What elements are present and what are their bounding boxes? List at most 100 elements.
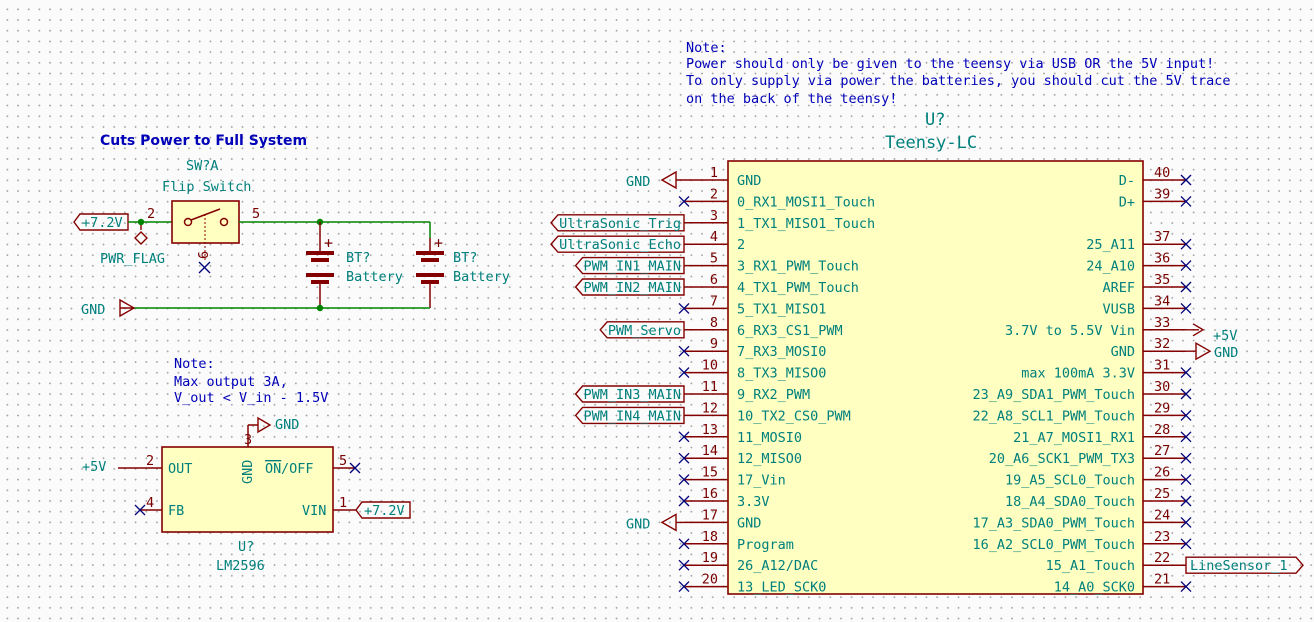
regulator-value: LM2596 [216,558,265,574]
pin-name: ON [265,461,281,477]
pin-number: 35 [1154,272,1170,288]
switch-value: Flip Switch [162,179,251,195]
pin-number: 28 [1154,422,1170,438]
pin-number: 10 [702,358,718,374]
net-label: PWM_IN2_MAIN [583,280,681,296]
gnd-symbol [660,170,684,190]
regulator-reference: U? [238,539,254,555]
pin-name: 12_MISO0 [737,451,802,467]
battery-2[interactable]: + [416,234,444,308]
pin-name: 7_RX3_MOSI0 [737,344,826,360]
gnd-symbol [248,416,272,434]
pin-number: 5 [339,453,347,469]
pin-number: 3 [710,208,718,224]
pin-number: 18 [702,529,718,545]
pin-number: 13 [702,422,718,438]
gnd-label: GND [81,302,105,318]
pin-name: 2 [737,237,745,253]
svg-text:+: + [434,234,443,252]
pin-number: 21 [1154,572,1170,588]
gnd-symbol [1186,341,1212,361]
battery-value: Battery [453,269,510,285]
pin-number: 5 [252,206,260,222]
pin-name: 25_A11 [1086,237,1135,253]
teensy-power-note: Note: Power should only be given to the … [686,40,1231,107]
svg-text:+: + [324,234,333,252]
pin-name: 3.3V [737,494,770,510]
pin-name: 17_A3_SDA0_PWM_Touch [972,515,1135,531]
switch-reference: SW?A [186,158,219,174]
schematic-canvas: Note: Power should only be given to the … [73,40,1304,596]
pin-number: 39 [1154,186,1170,202]
net-label: LineSensor_1 [1190,558,1288,574]
section-heading: Cuts Power to Full System [100,133,307,149]
net-label: PWM_IN4_MAIN [583,408,681,424]
pin-name: 17_Vin [737,473,786,489]
pin-name: OUT [168,461,192,477]
battery-reference: BT? [453,250,477,266]
pin-name: 3.7V to 5.5V Vin [1005,323,1135,339]
pin-number: 26 [1154,465,1170,481]
power-arrow-icon [1186,323,1205,337]
pin-number: 11 [702,379,718,395]
pin-number: 29 [1154,400,1170,416]
pin-number: 17 [702,507,718,523]
pin-number: 22 [1154,550,1170,566]
net-label: GND [626,174,650,190]
battery-value: Battery [346,269,403,285]
pin-name: GND [737,173,761,189]
net-label: PWM_IN1_MAIN [583,259,681,275]
teensy-lc: U? Teensy-LC 1 GNDGND2 0_RX1_MOSI1_Touch3 1… [550,110,1304,596]
note-line: To only supply via power the batteries, … [686,73,1231,89]
note-label: Note: [174,356,215,372]
pin-number: 8 [710,315,718,331]
pin-number: 4 [710,229,718,245]
pin-name: D- [1119,173,1135,189]
pin-number: 30 [1154,379,1170,395]
pin-name-suffix: /OFF [281,461,314,477]
net-label: PWM_Servo [608,323,681,339]
pin-name: 19_A5_SCL0_Touch [1005,473,1135,489]
teensy-reference: U? [925,110,945,130]
pin-name: 3_RX1_PWM_Touch [737,259,859,275]
net-label: UltraSonic_Echo [559,237,681,253]
pin-name: 8_TX3_MISO0 [737,366,826,382]
gnd-symbol [660,513,684,532]
pin-number: 12 [702,400,718,416]
net-label: PWM_IN3_MAIN [583,387,681,403]
pin-number: 33 [1154,315,1170,331]
pin-name: GND [240,460,256,484]
pin-name: 4_TX1_PWM_Touch [737,280,859,296]
pin-number: 32 [1154,336,1170,352]
regulator-note: Note: Max output 3A, V_out < V_in - 1.5V [174,356,328,406]
pin-name: Program [737,537,794,553]
pin-number: 9 [710,336,718,352]
pin-name: 23_A9_SDA1_PWM_Touch [972,387,1135,403]
pin-name: 16_A2_SCL0_PWM_Touch [972,537,1135,553]
junction-dot [316,304,324,312]
note-label: Note: [686,40,727,56]
pin-number: 6 [710,272,718,288]
pin-number: 1 [339,495,347,511]
note-line: Power should only be given to the teensy… [686,56,1214,72]
pin-name: GND [1111,344,1135,360]
pwr-flag-symbol[interactable] [134,225,148,245]
pwr-flag-label: PWR_FLAG [100,251,165,267]
net-label: GND [1214,345,1238,361]
pin-number: 31 [1154,358,1170,374]
pin-name: FB [168,503,184,519]
pin-name: 9_RX2_PWM [737,387,810,403]
pin-number: 36 [1154,251,1170,267]
teensy-value: Teensy-LC [885,133,977,153]
pin-number: 15 [702,465,718,481]
lm2596-regulator: 3 GND GND +5V 2 OUT 4 FB 5 ON /OFF 1 VIN… [82,416,411,574]
pin-number: 34 [1154,293,1170,309]
pin-number: 40 [1154,165,1170,181]
battery-1[interactable]: + [306,222,334,308]
supply-net-text: +7.2V [82,215,123,231]
pin-name: 6_RX3_CS1_PWM [737,323,843,339]
pin-name: 11_MOSI0 [737,430,802,446]
pin-number: 3 [244,432,252,448]
pin-number: 2 [147,206,155,222]
pin-number: 5 [710,251,718,267]
